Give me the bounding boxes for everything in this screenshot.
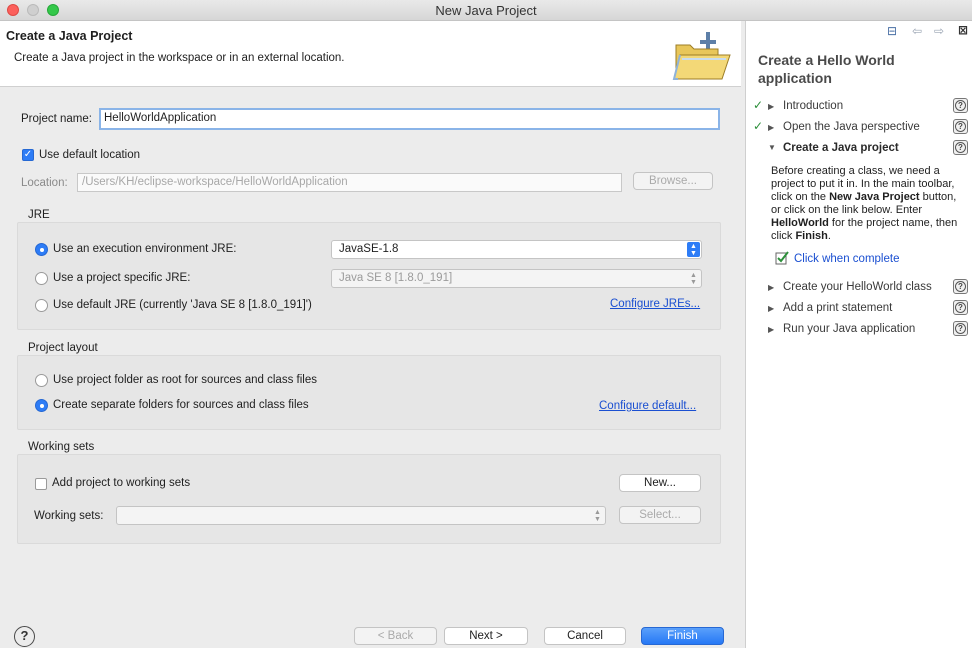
cheatsheet-item-help-button[interactable]: ? (953, 119, 968, 134)
jre-env-select[interactable]: JavaSE-1.8 ▲ ▼ (331, 240, 702, 259)
chevron-right-icon[interactable]: ▶ (768, 283, 774, 292)
project-name-input[interactable]: HelloWorldApplication (99, 108, 720, 130)
jre-env-label: Use an execution environment JRE: (53, 243, 237, 255)
wizard-pane: Create a Java Project Create a Java proj… (0, 21, 741, 648)
help-icon: ? (955, 302, 966, 313)
cheatsheet-item-run-java-application[interactable]: Run your Java application (783, 323, 915, 335)
desc-bold: HelloWorld (771, 217, 829, 229)
check-icon: ✓ (753, 119, 764, 133)
next-button[interactable]: Next > (444, 627, 528, 645)
collapse-all-icon[interactable]: ⊟ (887, 24, 897, 38)
jre-default-label: Use default JRE (currently 'Java SE 8 [1… (53, 299, 312, 311)
layout-separate-label: Create separate folders for sources and … (53, 399, 309, 411)
new-working-set-button[interactable]: New... (619, 474, 701, 492)
add-to-working-sets-checkbox[interactable] (35, 478, 47, 490)
jre-specific-label: Use a project specific JRE: (53, 272, 191, 284)
desc-bold: Finish (795, 230, 828, 242)
cheatsheet-item-help-button[interactable]: ? (953, 98, 968, 113)
cheatsheet-title: Create a Hello World application (758, 52, 895, 86)
jre-env-radio[interactable] (35, 243, 48, 256)
wizard-description: Create a Java project in the workspace o… (14, 52, 345, 64)
chevron-right-icon[interactable]: ▶ (768, 304, 774, 313)
chevron-right-icon[interactable]: ▶ (768, 325, 774, 334)
zoom-window-button[interactable] (47, 4, 59, 16)
add-to-working-sets-label: Add project to working sets (52, 477, 191, 489)
working-sets-group (17, 454, 721, 544)
help-icon: ? (955, 100, 966, 111)
click-when-complete-link[interactable]: Click when complete (794, 253, 899, 265)
layout-group-title: Project layout (28, 342, 98, 354)
project-name-label: Project name: (21, 113, 92, 125)
jre-group-title: JRE (28, 209, 50, 221)
cheatsheet-item-introduction[interactable]: Introduction (783, 100, 843, 112)
jre-env-select-value: JavaSE-1.8 (339, 243, 399, 255)
wizard-header: Create a Java Project Create a Java proj… (0, 21, 741, 87)
chevron-updown-icon: ▲ ▼ (594, 509, 601, 523)
chevron-right-icon[interactable]: ▶ (768, 102, 774, 111)
finish-button[interactable]: Finish (641, 627, 724, 645)
minimize-window-button[interactable] (27, 4, 39, 16)
layout-root-label: Use project folder as root for sources a… (53, 374, 317, 386)
wizard-title: Create a Java Project (6, 29, 133, 43)
cheatsheet-item-help-button[interactable]: ? (953, 140, 968, 155)
layout-group (17, 355, 721, 430)
desc-text: . (827, 230, 831, 242)
cheatsheet-pane: ⊟ ⇦ ⇨ ⊠ Create a Hello World application… (745, 21, 972, 648)
jre-specific-select-value: Java SE 8 [1.8.0_191] (339, 272, 453, 284)
cancel-button[interactable]: Cancel (544, 627, 626, 645)
layout-root-radio[interactable] (35, 374, 48, 387)
configure-default-link[interactable]: Configure default... (599, 400, 696, 412)
working-sets-group-title: Working sets (28, 441, 95, 453)
jre-specific-select[interactable]: Java SE 8 [1.8.0_191] ▲ ▼ (331, 269, 702, 288)
cheatsheet-item-create-helloworld-class[interactable]: Create your HelloWorld class (783, 281, 932, 293)
working-sets-label: Working sets: (34, 510, 104, 522)
location-label: Location: (21, 177, 68, 189)
window-title: New Java Project (435, 3, 537, 18)
java-project-folder-icon (672, 32, 731, 80)
layout-separate-radio[interactable] (35, 399, 48, 412)
use-default-location-checkbox[interactable]: ✓ (22, 149, 34, 161)
select-working-sets-button[interactable]: Select... (619, 506, 701, 524)
location-input[interactable]: /Users/KH/eclipse-workspace/HelloWorldAp… (77, 173, 622, 192)
back-arrow-icon[interactable]: ⇦ (912, 24, 922, 38)
cheatsheet-step-description: Before creating a class, we need a proje… (771, 165, 961, 243)
working-sets-select[interactable]: ▲ ▼ (116, 506, 606, 525)
close-cheatsheet-icon[interactable]: ⊠ (958, 23, 968, 37)
use-default-location-label: Use default location (39, 149, 141, 161)
cheatsheet-item-help-button[interactable]: ? (953, 300, 968, 315)
cheatsheet-item-help-button[interactable]: ? (953, 321, 968, 336)
cheatsheet-item-open-java-perspective[interactable]: Open the Java perspective (783, 121, 920, 133)
browse-button[interactable]: Browse... (633, 172, 713, 190)
desc-bold: New Java Project (829, 191, 920, 203)
help-icon: ? (955, 323, 966, 334)
back-button[interactable]: < Back (354, 627, 437, 645)
cheatsheet-item-create-java-project[interactable]: Create a Java project (783, 142, 899, 154)
help-icon: ? (955, 281, 966, 292)
chevron-right-icon[interactable]: ▶ (768, 123, 774, 132)
window-titlebar: New Java Project (0, 0, 972, 21)
check-icon: ✓ (753, 98, 764, 112)
close-window-button[interactable] (7, 4, 19, 16)
forward-arrow-icon[interactable]: ⇨ (934, 24, 944, 38)
cheatsheet-item-help-button[interactable]: ? (953, 279, 968, 294)
help-icon[interactable]: ? (14, 626, 35, 647)
help-icon: ? (955, 142, 966, 153)
cheatsheet-item-add-print-statement[interactable]: Add a print statement (783, 302, 892, 314)
jre-specific-radio[interactable] (35, 272, 48, 285)
chevron-updown-icon: ▲ ▼ (690, 272, 697, 286)
click-complete-icon[interactable] (775, 250, 789, 265)
chevron-updown-icon: ▲ ▼ (687, 242, 700, 257)
chevron-down-icon[interactable]: ▼ (768, 143, 776, 152)
jre-default-radio[interactable] (35, 299, 48, 312)
configure-jres-link[interactable]: Configure JREs... (610, 298, 700, 310)
help-icon: ? (955, 121, 966, 132)
